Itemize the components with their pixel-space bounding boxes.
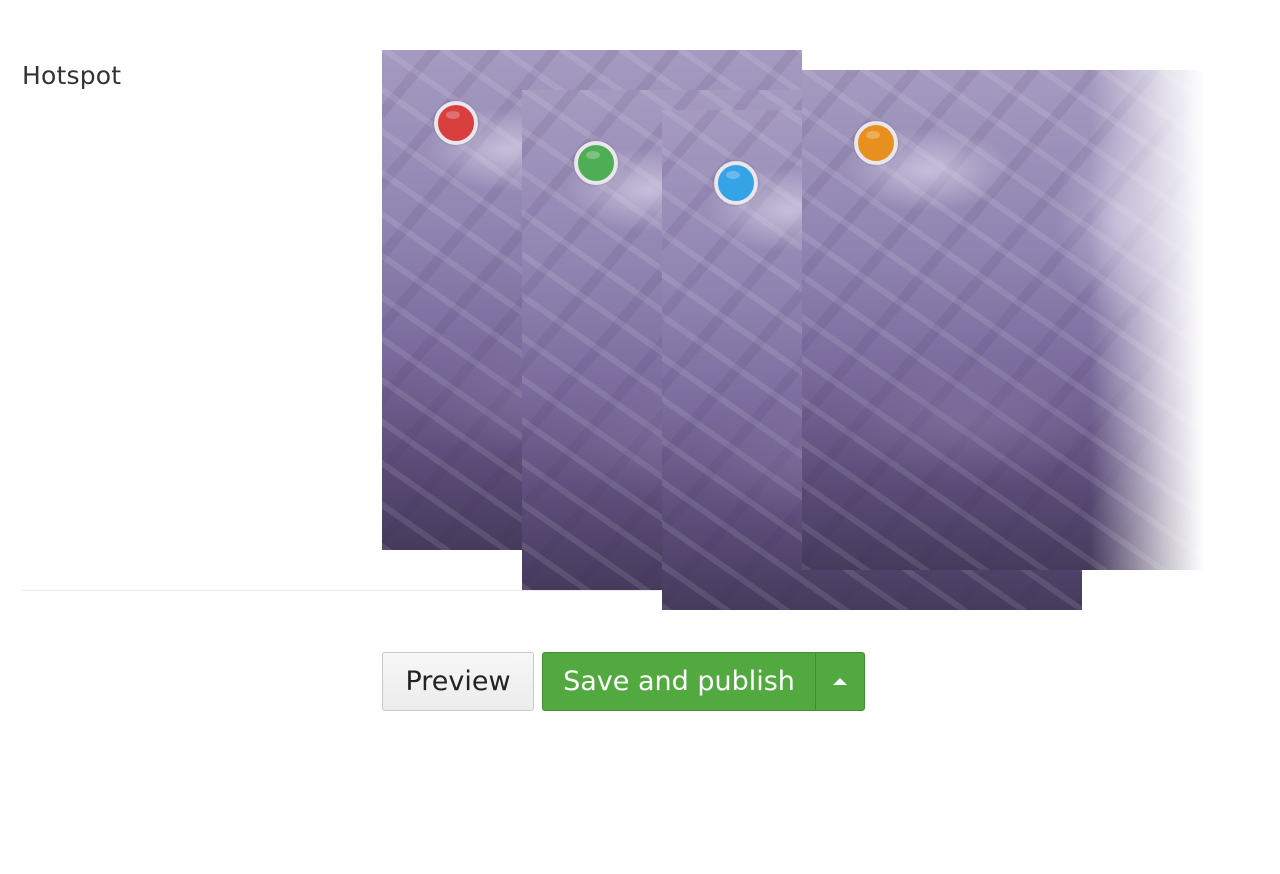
hotspot-marker-green[interactable] xyxy=(574,141,618,185)
hotspot-marker-blue[interactable] xyxy=(714,161,758,205)
field-label-hotspot: Hotspot xyxy=(22,61,122,90)
caret-up-icon xyxy=(833,678,847,685)
more-actions-dropdown-button[interactable] xyxy=(816,653,864,710)
hotspot-marker-orange[interactable] xyxy=(854,121,898,165)
save-and-publish-button[interactable]: Save and publish xyxy=(543,653,815,710)
hotspot-marker-red[interactable] xyxy=(434,101,478,145)
page: Hotspot Preview Save and publish xyxy=(0,0,1280,874)
image-fade-overlay xyxy=(1090,40,1280,620)
divider xyxy=(22,590,722,591)
save-and-publish-button-group: Save and publish xyxy=(542,652,865,711)
preview-button[interactable]: Preview xyxy=(382,652,534,711)
